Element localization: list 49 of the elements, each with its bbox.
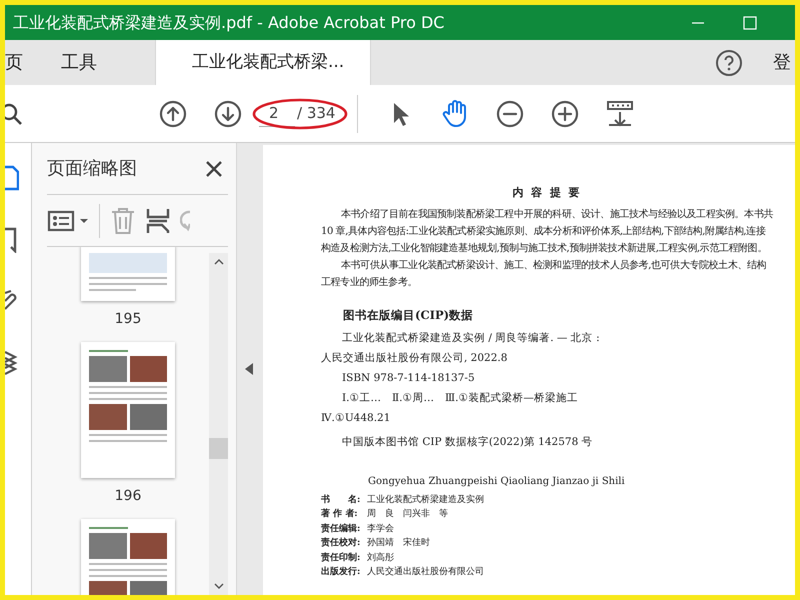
login-link[interactable]: 登 <box>773 49 795 76</box>
page-total: / 334 <box>297 103 336 124</box>
credit-label: 出版发行: <box>321 565 362 580</box>
paragraph: 本书可供从事工业化装配式桥梁设计、施工、检测和监理的技术人员参考,也可供大专院校土木、结构工程专业的师生参考。 <box>321 258 768 290</box>
bookmark-icon[interactable] <box>5 227 17 253</box>
credit-label: 责任校对: <box>321 536 362 550</box>
credit-value: 孙国靖 宋佳时 <box>367 536 430 550</box>
scroll-thumb[interactable] <box>209 438 228 459</box>
cip-entry: Ⅰ.①工… Ⅱ.①周… Ⅲ.①装配式梁桥—桥梁施工Ⅳ.①U448.21 <box>321 390 579 426</box>
pinyin-title: Gongyehua Zhuangpeishi Qiaoliang Jianzao ji Shili <box>367 474 626 489</box>
scroll-down-icon[interactable] <box>214 583 224 589</box>
cip-heading: 图书在版编目(CIP)数据 <box>342 306 474 324</box>
page-thumbnails-icon[interactable] <box>5 165 19 191</box>
credit-value: 刘高彤 <box>367 552 394 565</box>
page-thumbnail[interactable] <box>81 247 175 301</box>
cip-entry: 工业化装配式桥梁建造及实例 / 周良等编著. — 北京 : 人民交通出版社股份有限公司, 2022.8 <box>321 330 601 366</box>
cip-entry: 中国版本图书馆 CIP 数据核字(2022)第 142578 号 <box>341 434 594 450</box>
maximize-icon[interactable] <box>743 16 757 30</box>
collapse-panel-icon[interactable] <box>245 363 253 375</box>
document-tab[interactable]: 工业化装配式桥梁... <box>155 40 371 85</box>
panel-title: 页面缩略图 <box>47 157 137 181</box>
scrollbar[interactable] <box>209 253 228 595</box>
window-title: 工业化装配式桥梁建造及实例.pdf - Adobe Acrobat Pro DC <box>13 12 446 34</box>
page-number: 195 <box>114 310 142 329</box>
scroll-up-icon[interactable] <box>214 259 224 265</box>
layers-icon[interactable] <box>5 349 19 375</box>
page-number-field[interactable]: 2 <box>259 100 295 126</box>
section-heading: 内 容 提 要 <box>511 185 583 201</box>
credit-label: 责任印制: <box>321 551 362 565</box>
previous-page-icon[interactable] <box>159 100 187 128</box>
insert-page-icon[interactable] <box>146 206 170 234</box>
credit-value: 工业化装配式桥梁建造及实例 <box>367 494 484 507</box>
paragraph: 本书介绍了目前在我国预制装配桥梁工程中开展的科研、设计、施工技术与经验以及工程实例。本书共10 章,具体内容包括:工业化装配式桥梁实施原则、成本分析和评价体系,上部结构,下部结构,附属结构,连接构造及检测方法,工业化智能建造基地规划,预制与施工技术,预制拼装技术新进展,工程实例,示范工程附图。 <box>321 208 773 256</box>
credit-label: 著 作 者: <box>321 507 359 522</box>
credit-value: 周 良 闫兴非 等 <box>367 508 448 522</box>
credit-value: 人民交通出版社股份有限公司 <box>367 566 484 580</box>
cip-entry: ISBN 978-7-114-18137-5 <box>341 370 476 386</box>
credit-label: 书 名: <box>321 493 362 507</box>
zoom-in-icon[interactable] <box>551 100 580 128</box>
credit-value: 李学会 <box>367 522 394 536</box>
next-page-icon[interactable] <box>214 100 242 128</box>
credit-label: 责任编辑: <box>321 522 362 536</box>
zoom-out-icon[interactable] <box>496 100 524 128</box>
close-icon[interactable] <box>206 160 222 176</box>
scroll-mode-icon[interactable] <box>606 100 634 128</box>
help-icon[interactable] <box>715 48 743 76</box>
thumbnail-options-icon[interactable] <box>47 210 89 232</box>
page-number: 196 <box>114 487 142 506</box>
page-thumbnail[interactable] <box>81 342 175 478</box>
